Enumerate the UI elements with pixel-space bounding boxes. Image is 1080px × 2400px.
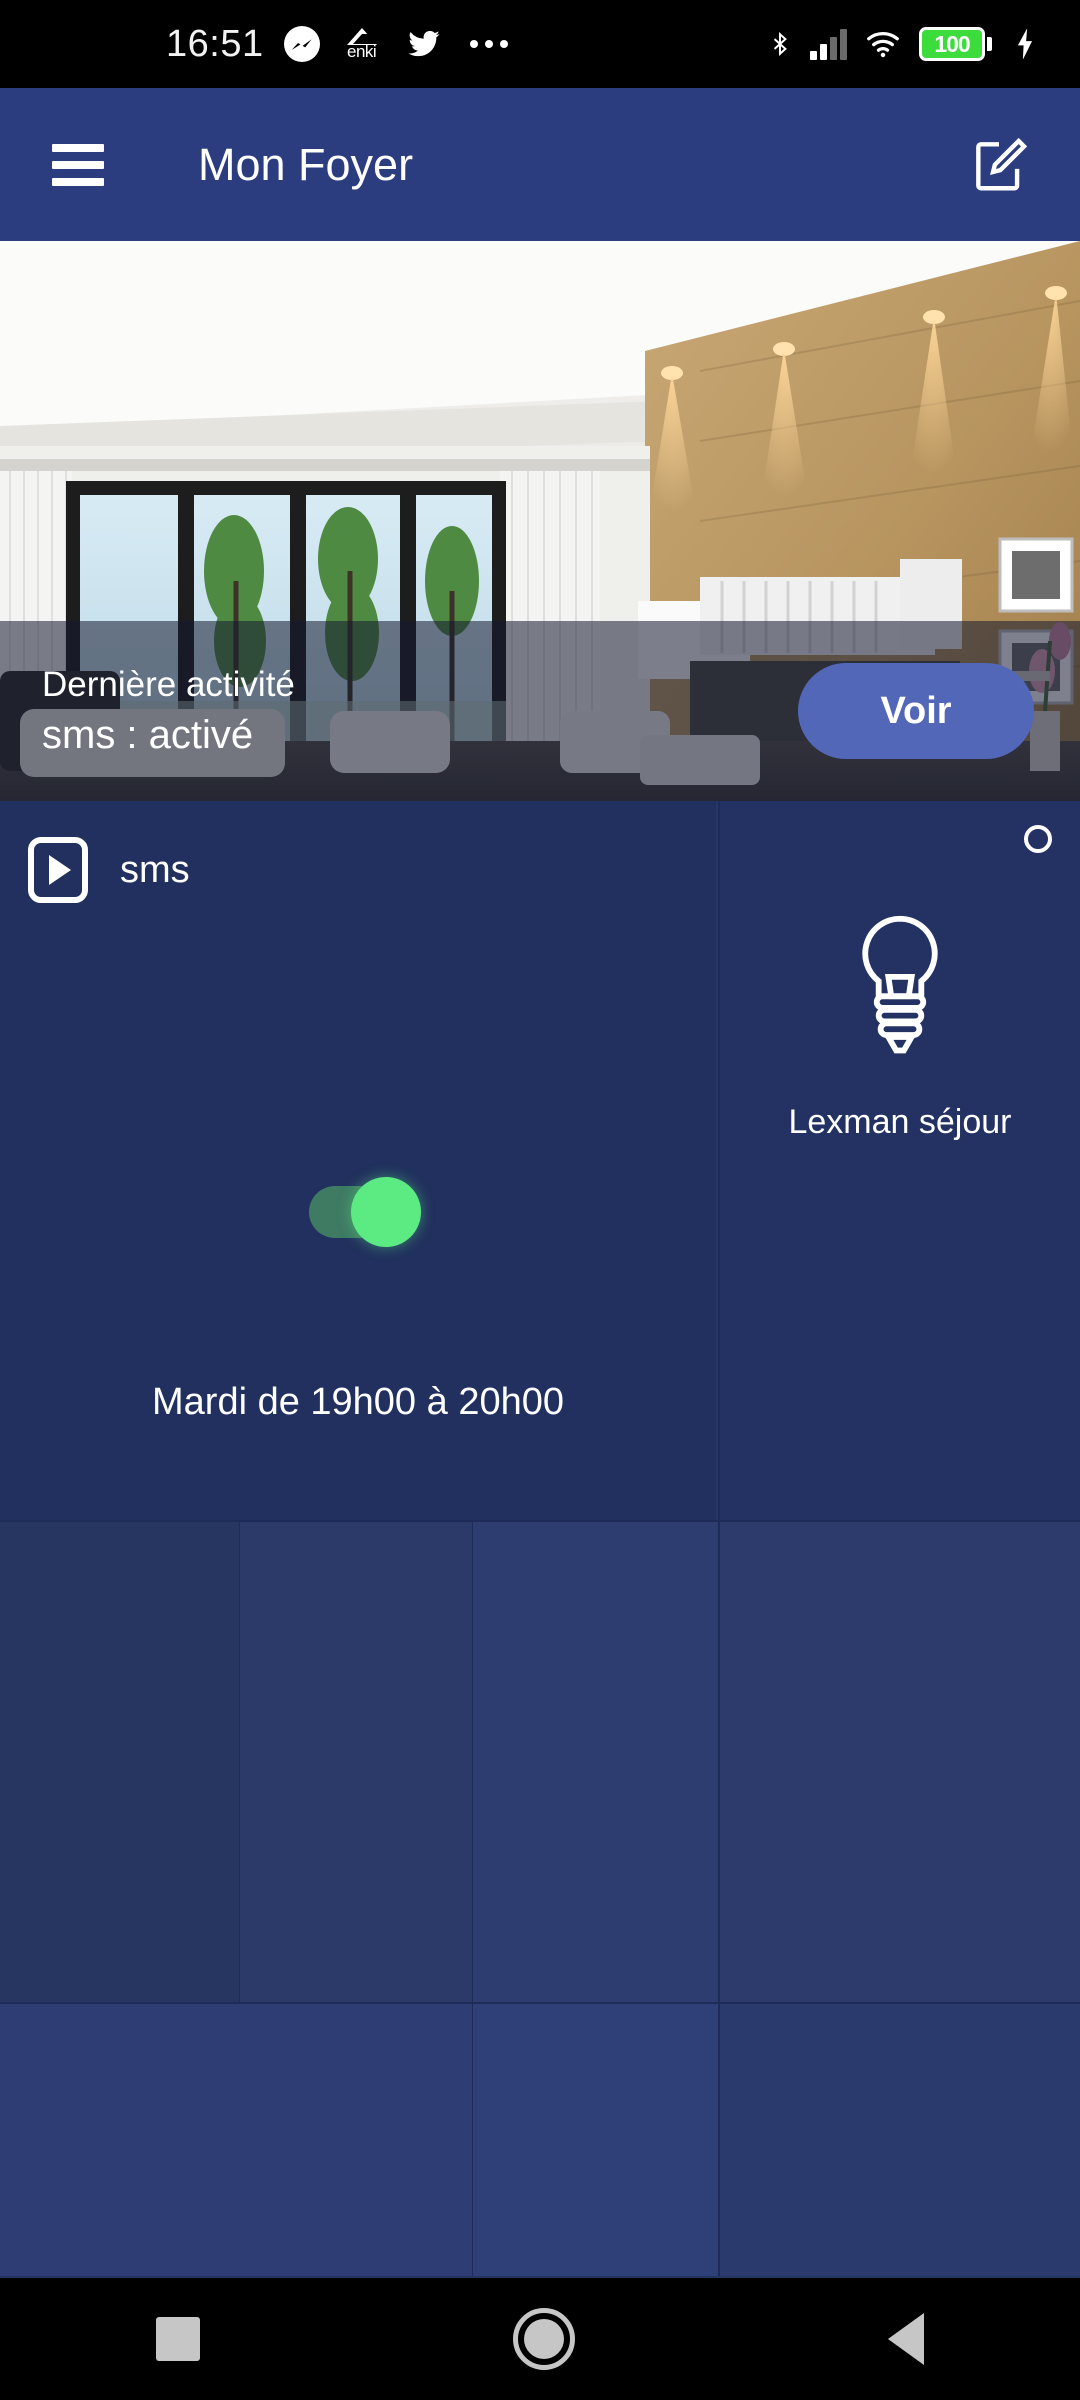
power-circle-icon[interactable] bbox=[1024, 825, 1052, 853]
card-sms[interactable]: sms Mardi de 19h00 à 20h00 bbox=[0, 801, 718, 1520]
status-bar: 16:51 enki 100 bbox=[0, 0, 1080, 88]
empty-tile[interactable] bbox=[720, 2004, 1080, 2276]
light-card-label: Lexman séjour bbox=[788, 1103, 1012, 1141]
enki-icon-label: enki bbox=[347, 42, 377, 61]
edit-pencil-icon[interactable] bbox=[968, 134, 1030, 196]
enki-icon: enki bbox=[340, 28, 389, 61]
empty-tile[interactable] bbox=[473, 2004, 718, 2276]
sms-card-header: sms bbox=[28, 837, 190, 903]
empty-tile[interactable] bbox=[0, 2004, 472, 2276]
device-grid: sms Mardi de 19h00 à 20h00 Lexman séjour bbox=[0, 801, 1080, 2300]
last-activity-value: sms : activé bbox=[42, 713, 254, 757]
sms-toggle-knob[interactable] bbox=[351, 1177, 421, 1247]
last-activity-overlay: Dernière activité sms : activé Voir bbox=[0, 621, 1080, 801]
status-bar-right: 100 bbox=[767, 25, 1054, 63]
wifi-icon bbox=[864, 29, 902, 59]
cellular-signal-icon bbox=[810, 28, 847, 60]
status-bar-left: 16:51 enki bbox=[26, 23, 767, 66]
hamburger-menu-icon[interactable] bbox=[52, 143, 104, 186]
last-activity-title: Dernière activité bbox=[42, 665, 295, 704]
back-triangle-icon[interactable] bbox=[887, 2313, 924, 2365]
messenger-icon bbox=[283, 26, 320, 62]
last-activity-text: Dernière activité sms : activé bbox=[42, 661, 295, 761]
empty-tile[interactable] bbox=[720, 1522, 1080, 2002]
card-lexman-sejour[interactable]: Lexman séjour bbox=[720, 801, 1080, 1520]
empty-tile[interactable] bbox=[240, 1522, 472, 2002]
battery-level-label: 100 bbox=[934, 30, 970, 57]
lightbulb-icon bbox=[841, 911, 959, 1066]
recents-square-icon[interactable] bbox=[156, 2317, 201, 2361]
view-button[interactable]: Voir bbox=[798, 663, 1034, 759]
android-nav-bar bbox=[0, 2278, 1080, 2400]
play-button-icon[interactable] bbox=[28, 837, 88, 903]
battery-icon: 100 bbox=[919, 27, 992, 61]
sms-schedule-label: Mardi de 19h00 à 20h00 bbox=[152, 1381, 564, 1423]
empty-tile[interactable] bbox=[473, 1522, 718, 2002]
sms-card-label: sms bbox=[120, 848, 190, 891]
status-time: 16:51 bbox=[166, 22, 264, 65]
home-circle-icon[interactable] bbox=[512, 2308, 575, 2370]
twitter-icon bbox=[404, 27, 444, 61]
empty-tile[interactable] bbox=[0, 1522, 239, 2002]
hero-banner: Dernière activité sms : activé Voir bbox=[0, 241, 1080, 801]
sms-toggle-switch[interactable] bbox=[309, 1177, 421, 1247]
more-notifications-icon bbox=[469, 40, 508, 48]
charging-bolt-icon bbox=[1014, 27, 1036, 61]
bluetooth-icon bbox=[767, 25, 793, 63]
phone-screen: 16:51 enki 100 Mon Foyer Dernière activi… bbox=[0, 0, 1080, 2400]
app-bar: Mon Foyer bbox=[0, 88, 1080, 241]
page-title: Mon Foyer bbox=[198, 138, 414, 190]
